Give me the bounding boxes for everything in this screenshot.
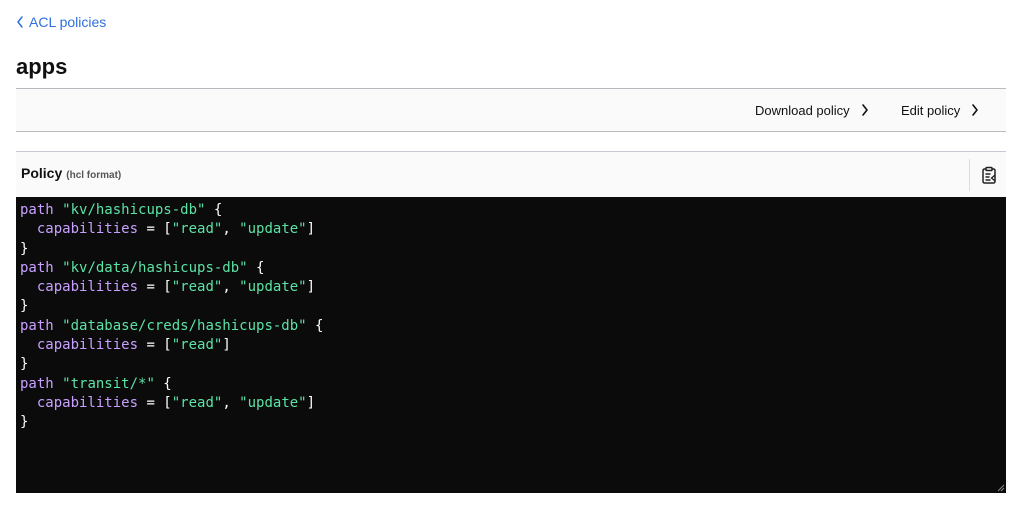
chevron-left-icon: [17, 16, 23, 28]
code-token: "database/creds/hashicups-db": [62, 317, 307, 334]
code-token: {: [306, 317, 324, 334]
code-token: }: [20, 298, 29, 315]
policy-label: Policy: [21, 165, 63, 181]
code-line: path "transit/*" {: [20, 375, 1006, 394]
code-line: }: [20, 355, 1006, 374]
code-token: capabilities: [20, 279, 139, 296]
code-token: ,: [222, 279, 240, 296]
code-token: path: [20, 202, 63, 218]
policy-header: Policy (hcl format): [16, 151, 1006, 197]
policy-format: (hcl format): [66, 170, 122, 181]
code-token: "read": [171, 337, 223, 354]
download-policy-label: Download policy: [755, 102, 850, 118]
code-token: path: [20, 317, 63, 334]
code-token: "update": [239, 221, 307, 238]
breadcrumb-acl-policies[interactable]: ACL policies: [15, 14, 106, 30]
code-token: capabilities: [20, 337, 139, 354]
code-token: "update": [239, 279, 307, 296]
code-token: }: [20, 356, 29, 373]
policy-code-editor[interactable]: path "kv/hashicups-db" { capabilities = …: [16, 197, 1006, 493]
code-line: capabilities = ["read", "update"]: [20, 220, 1006, 239]
code-line: capabilities = ["read", "update"]: [20, 278, 1006, 297]
page-title: apps: [16, 54, 68, 79]
code-token: = [: [138, 394, 172, 411]
code-token: "kv/hashicups-db": [62, 202, 206, 218]
download-policy-button[interactable]: Download policy: [755, 89, 870, 131]
code-token: {: [154, 375, 172, 392]
header-divider: [969, 159, 970, 191]
code-token: }: [20, 240, 29, 257]
code-token: capabilities: [20, 221, 139, 238]
code-token: capabilities: [20, 394, 139, 411]
code-token: path: [20, 375, 63, 392]
edit-policy-button[interactable]: Edit policy: [901, 89, 980, 131]
code-line: capabilities = ["read", "update"]: [20, 394, 1006, 413]
code-token: ]: [306, 221, 316, 238]
chevron-right-icon: [861, 104, 868, 116]
code-token: "kv/data/hashicups-db": [62, 259, 248, 276]
code-line: path "database/creds/hashicups-db" {: [20, 317, 1006, 336]
edit-policy-label: Edit policy: [901, 102, 961, 118]
code-token: ]: [222, 337, 231, 354]
resize-handle-icon[interactable]: [997, 484, 1005, 492]
code-token: {: [205, 202, 223, 218]
code-token: ,: [222, 221, 240, 238]
code-token: = [: [138, 221, 172, 238]
code-token: = [: [138, 337, 172, 354]
code-token: ]: [306, 279, 316, 296]
code-token: }: [20, 414, 29, 431]
code-token: "update": [239, 394, 307, 411]
code-token: path: [20, 259, 63, 276]
code-token: ]: [306, 394, 316, 411]
clipboard-icon: [982, 166, 996, 184]
code-token: ,: [222, 394, 240, 411]
copy-policy-button[interactable]: [978, 164, 1000, 186]
code-line: path "kv/data/hashicups-db" {: [20, 259, 1006, 278]
code-line: capabilities = ["read"]: [20, 336, 1006, 355]
code-token: "read": [171, 394, 223, 411]
code-token: {: [247, 259, 265, 276]
code-line: }: [20, 297, 1006, 316]
code-token: "read": [171, 221, 223, 238]
code-line: }: [20, 413, 1006, 432]
breadcrumb-label: ACL policies: [29, 14, 107, 30]
toolbar: Download policy Edit policy: [16, 88, 1006, 132]
code-token: "transit/*": [62, 375, 155, 392]
code-line: path "kv/hashicups-db" {: [20, 201, 1006, 220]
code-token: "read": [171, 279, 223, 296]
policy-title: Policy (hcl format): [21, 165, 121, 181]
chevron-right-icon: [972, 104, 979, 116]
code-token: = [: [138, 279, 172, 296]
code-line: }: [20, 240, 1006, 259]
